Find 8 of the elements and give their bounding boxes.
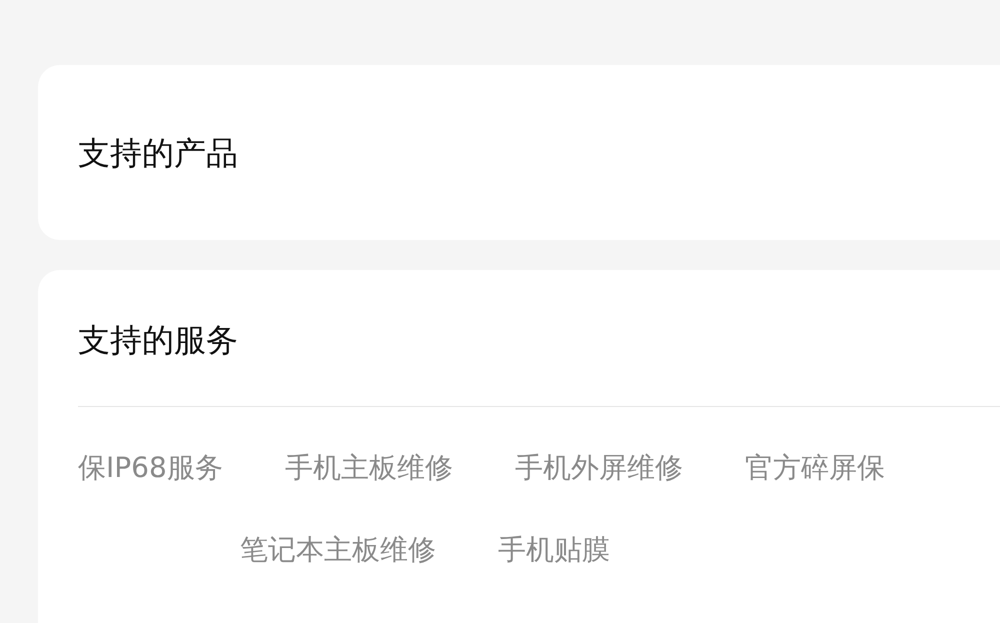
card-title: 支持的产品 — [78, 132, 238, 172]
service-tag[interactable]: 手机主板维修 — [284, 449, 453, 487]
service-tag[interactable]: 保IP68服务 — [78, 449, 223, 487]
service-tag[interactable]: 笔记本主板维修 — [240, 531, 436, 569]
service-tag[interactable]: 官方碎屏保 — [744, 449, 885, 487]
service-tag[interactable]: 手机外屏维修 — [514, 449, 683, 487]
card-title: 支持的服务 — [78, 320, 239, 360]
service-tag[interactable]: 手机贴膜 — [498, 531, 610, 569]
